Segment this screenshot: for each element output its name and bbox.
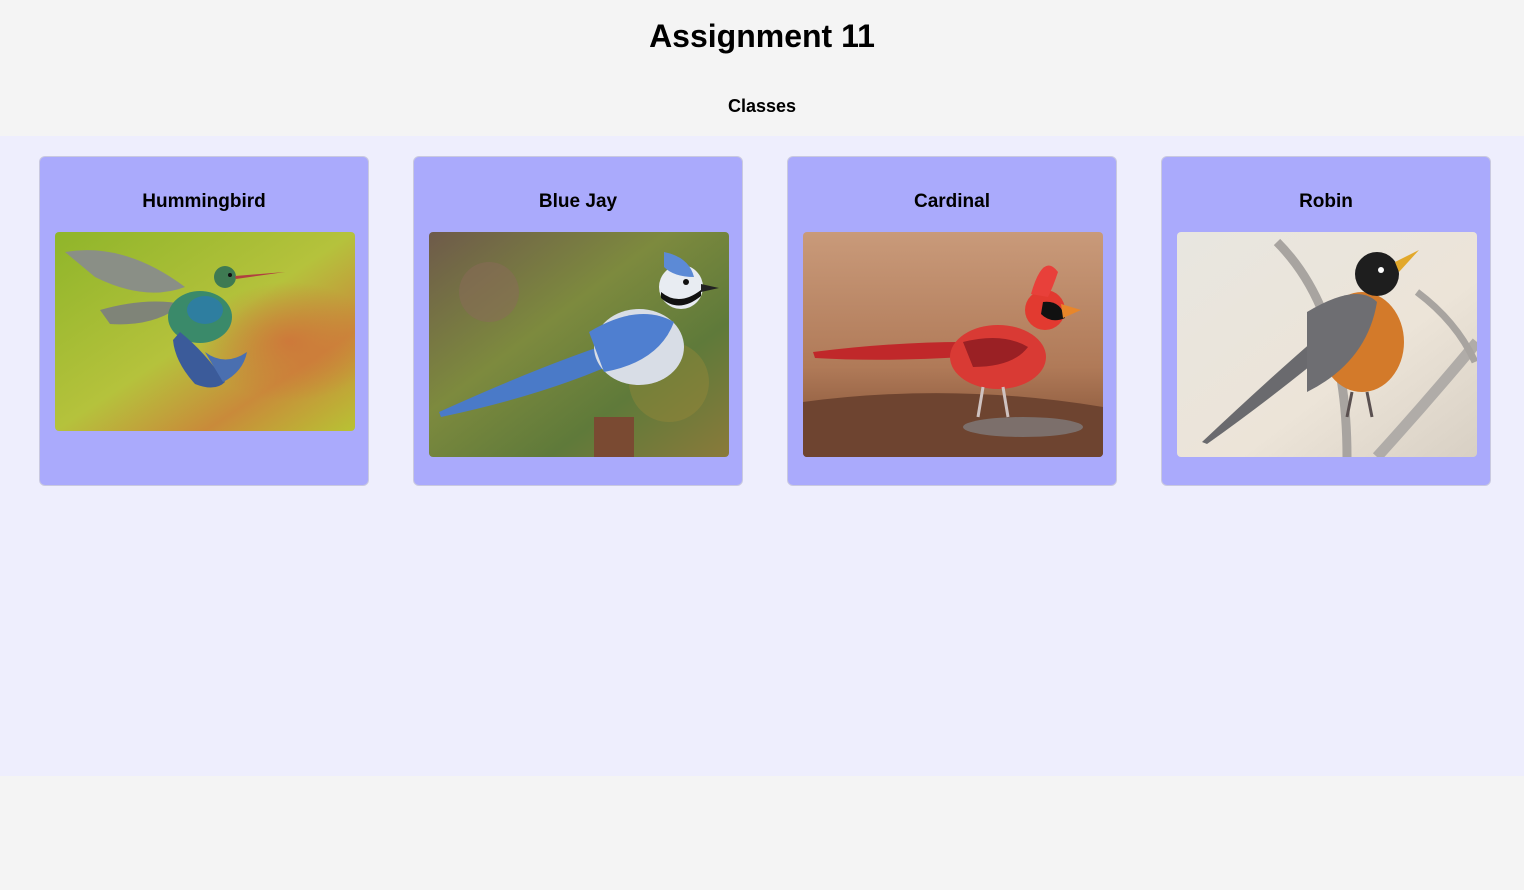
hummingbird-photo [55, 232, 355, 431]
cardinal-photo [803, 232, 1103, 457]
robin-photo [1177, 232, 1477, 457]
blue-jay-photo [429, 232, 729, 457]
card-grid: Hummingbird Blue Jay Cardinal Robin [0, 136, 1524, 776]
card-blue-jay: Blue Jay [413, 156, 743, 486]
card-hummingbird: Hummingbird [39, 156, 369, 486]
card-title: Blue Jay [538, 191, 618, 212]
page-title: Assignment 11 [649, 18, 875, 54]
card-title: Robin [1299, 191, 1353, 212]
card-cardinal: Cardinal [787, 156, 1117, 486]
page: Assignment 11 Classes Hummingbird Blue J… [0, 0, 1524, 890]
card-title: Hummingbird [142, 191, 266, 212]
card-title: Cardinal [913, 191, 991, 212]
section-heading: Classes [727, 96, 797, 116]
card-robin: Robin [1161, 156, 1491, 486]
